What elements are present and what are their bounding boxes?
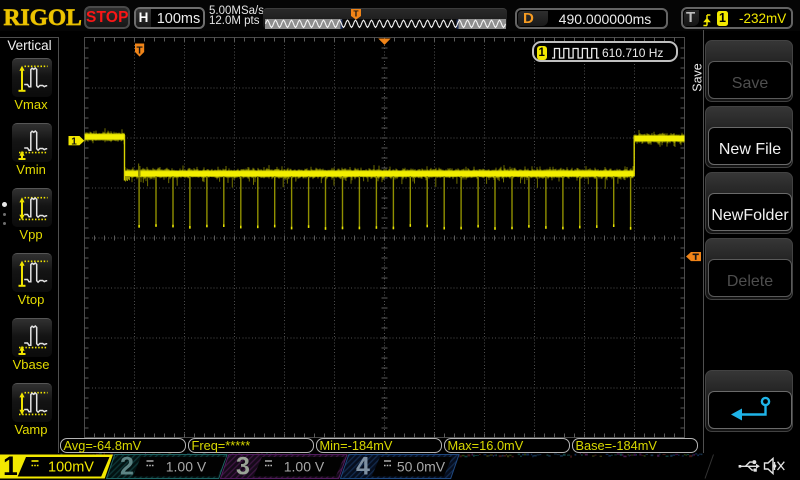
svg-text:1: 1	[3, 453, 18, 480]
svg-text:1.00 V: 1.00 V	[166, 459, 207, 475]
svg-text:100mV: 100mV	[48, 460, 94, 476]
svg-text:1.00 V: 1.00 V	[284, 459, 325, 475]
svg-text:3: 3	[236, 453, 250, 480]
svg-text:4: 4	[356, 453, 370, 480]
svg-text:50.0mV: 50.0mV	[397, 459, 446, 475]
svg-text:2: 2	[120, 453, 134, 480]
